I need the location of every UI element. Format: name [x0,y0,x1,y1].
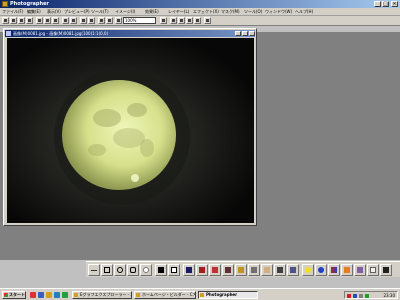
tray-network-icon[interactable] [353,294,357,298]
color-icon[interactable] [178,17,185,24]
menu-bar: ファイル(F) 編集(E) 表示(V) プレビュー(P) ツール(T) イメージ… [0,8,400,16]
task-explorer[interactable]: Eグラフエクスプローラー - 2004年9月 [72,291,132,299]
app-icon[interactable] [2,1,8,7]
start-button[interactable]: スタート [2,291,26,299]
cut-icon[interactable] [36,17,43,24]
drawing-palette [86,261,400,277]
paste-icon[interactable] [52,17,59,24]
document-window[interactable]: 画像(M)0081.jpg - 画像(M)0081.jpg(100)1:1(0,… [3,28,257,226]
menu-preview[interactable]: プレビュー(P) [64,9,90,15]
menu-image[interactable]: イメージ(I) [115,9,135,15]
filter-icon[interactable] [194,17,201,24]
gradient-tool-icon[interactable] [328,264,340,276]
close-button[interactable]: × [391,1,398,7]
pencil-tool-icon[interactable] [235,264,247,276]
ellipse-tool-icon[interactable] [114,264,126,276]
menu-view[interactable]: 表示(V) [47,9,61,15]
pen-tool-icon[interactable] [183,264,195,276]
brush-dark-tool-icon[interactable] [222,264,234,276]
fill-tool-icon[interactable] [287,264,299,276]
quicklaunch-mail-icon[interactable] [54,292,60,298]
task-photographer[interactable]: Photographer [198,291,258,299]
menu-tools[interactable]: ツール(O) [244,9,262,15]
menu-effects[interactable]: エフェクト(X) [193,9,219,15]
eyedropper-tool-icon[interactable] [354,264,366,276]
brush-red-tool-icon[interactable] [209,264,221,276]
taskbar: スタート Eグラフエクスプローラー - 2004年9月 ホームページ・ビルダー … [0,288,400,300]
image-canvas[interactable] [7,38,254,223]
redo-icon[interactable] [88,17,95,24]
document-minimize-button[interactable] [235,31,241,36]
quicklaunch-app-icon[interactable] [30,292,36,298]
app-title-bar: Photographer _ □ × [0,0,400,8]
help-icon[interactable] [204,17,211,24]
menu-effect[interactable]: 効果(E) [145,9,159,15]
black-swatch-icon[interactable] [155,264,167,276]
task-homepage-builder[interactable]: ホームページ・ビルダー - C:¥Doc... [134,291,196,299]
clock: 23:30 [383,293,395,298]
tray-speaker-icon[interactable] [359,294,363,298]
menu-mask[interactable]: マスク(M) [221,9,240,15]
main-toolbar: 100% [0,16,400,26]
document-icon [6,31,11,36]
quicklaunch-desktop-icon[interactable] [62,292,68,298]
document-title: 画像(M)0081.jpg - 画像(M)0081.jpg(100)1:1(0,… [13,31,109,36]
open-icon[interactable] [10,17,17,24]
menu-window[interactable]: ウィンドウ(W) [265,9,292,15]
undo-icon[interactable] [80,17,87,24]
document-title-bar[interactable]: 画像(M)0081.jpg - 画像(M)0081.jpg(100)1:1(0,… [5,30,255,37]
menu-layer[interactable]: レイヤー(L) [168,9,189,15]
scissors-tool-icon[interactable] [274,264,286,276]
maximize-button[interactable]: □ [382,1,389,7]
copy-icon[interactable] [44,17,51,24]
zoom-icon[interactable] [115,17,122,24]
menu-help[interactable]: ヘルプ(H) [295,9,313,15]
moon-photo [7,38,254,223]
ellipse-fill-tool-icon[interactable] [140,264,152,276]
blue-circle-tool-icon[interactable] [315,264,327,276]
marker-tool-icon[interactable] [196,264,208,276]
quicklaunch-ie-icon[interactable] [38,292,44,298]
tray-status-icon[interactable] [365,294,369,298]
document-maximize-button[interactable] [242,31,248,36]
new-icon[interactable] [2,17,9,24]
resize-icon[interactable] [98,17,105,24]
quicklaunch-folder-icon[interactable] [46,292,52,298]
eraser-tool-icon[interactable] [261,264,273,276]
yellow-circle-tool-icon[interactable] [302,264,314,276]
menu-tool[interactable]: ツール(T) [91,9,109,15]
stamp-tool-icon[interactable] [341,264,353,276]
line-tool-icon[interactable] [88,264,100,276]
menu-edit[interactable]: 編集(E) [27,9,41,15]
capture-icon[interactable] [70,17,77,24]
zoom-select[interactable]: 100% [123,17,156,24]
arrow-tool-icon[interactable] [367,264,379,276]
print-icon[interactable] [26,17,33,24]
effect-icon[interactable] [186,17,193,24]
grayscale-icon[interactable] [170,17,177,24]
save-icon[interactable] [18,17,25,24]
minimize-button[interactable]: _ [374,1,381,7]
system-tray: 23:30 [344,291,398,299]
fit-icon[interactable] [160,17,167,24]
white-swatch-icon[interactable] [168,264,180,276]
text-tool-icon[interactable] [380,264,392,276]
tray-app-icon[interactable] [347,294,351,298]
document-close-button[interactable] [249,31,255,36]
scan-icon[interactable] [62,17,69,24]
rotate-icon[interactable] [106,17,113,24]
menu-file[interactable]: ファイル(F) [2,9,23,15]
rounded-rect-tool-icon[interactable] [127,264,139,276]
rect-tool-icon[interactable] [101,264,113,276]
app-title: Photographer [10,1,49,7]
airbrush-tool-icon[interactable] [248,264,260,276]
